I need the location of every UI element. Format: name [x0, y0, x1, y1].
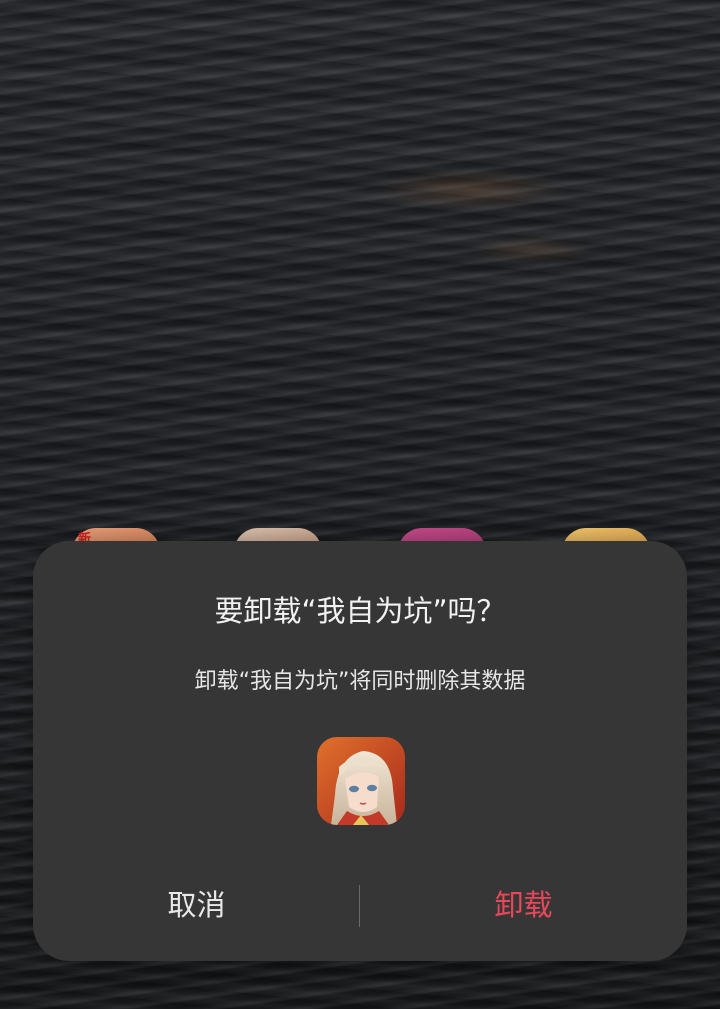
cancel-button[interactable]: 取消: [33, 873, 360, 933]
anime-character-game-icon: [317, 737, 405, 825]
dialog-actions: 取消 卸载: [33, 851, 687, 961]
uninstall-button[interactable]: 卸载: [360, 873, 687, 933]
dialog-title: 要卸载“我自为坑”吗？: [214, 594, 506, 628]
home-screen: 新 要卸载“我自为坑”吗？ 卸载“我自为坑”将同时删除其数据 取消 卸载: [0, 0, 720, 1009]
uninstall-dialog: 要卸载“我自为坑”吗？ 卸载“我自为坑”将同时删除其数据 取消 卸载: [33, 541, 687, 961]
dialog-message: 卸载“我自为坑”将同时删除其数据: [194, 669, 526, 694]
